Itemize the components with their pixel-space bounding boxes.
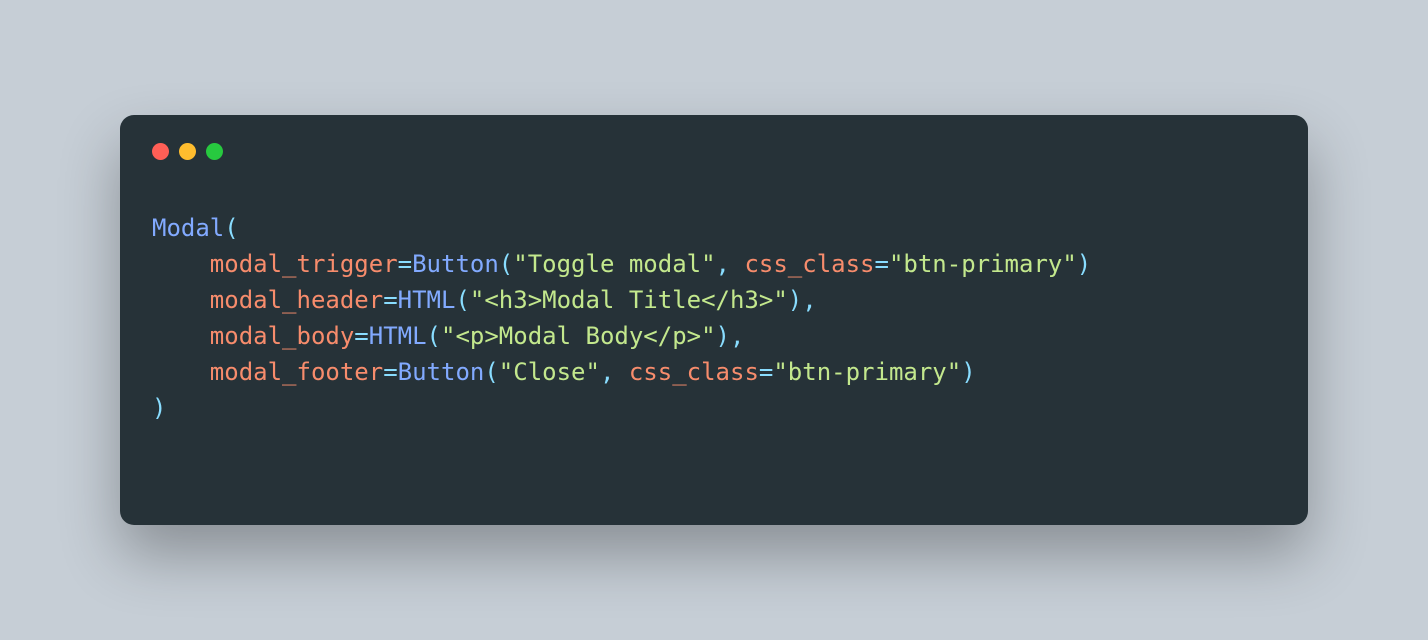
code-line-2: modal_trigger=Button("Toggle modal", css… <box>152 250 1091 278</box>
code-block: Modal( modal_trigger=Button("Toggle moda… <box>152 210 1276 426</box>
token-string: "<h3>Modal Title</h3>" <box>470 286 788 314</box>
token-string: "<p>Modal Body</p>" <box>441 322 716 350</box>
token-indent <box>152 358 210 386</box>
token-paren: ( <box>499 250 513 278</box>
token-kwarg: css_class <box>744 250 874 278</box>
token-param: modal_trigger <box>210 250 398 278</box>
minimize-icon[interactable] <box>179 143 196 160</box>
token-eq: = <box>759 358 773 386</box>
token-call: HTML <box>369 322 427 350</box>
token-param: modal_footer <box>210 358 383 386</box>
token-paren: ( <box>455 286 469 314</box>
token-indent <box>152 250 210 278</box>
token-param: modal_header <box>210 286 383 314</box>
code-line-1: Modal( <box>152 214 239 242</box>
token-call: Button <box>398 358 485 386</box>
token-func: Modal <box>152 214 224 242</box>
token-paren: ( <box>484 358 498 386</box>
token-eq: = <box>398 250 412 278</box>
token-string: "Toggle modal" <box>513 250 715 278</box>
close-icon[interactable] <box>152 143 169 160</box>
token-comma: , <box>600 358 629 386</box>
token-indent <box>152 322 210 350</box>
token-param: modal_body <box>210 322 355 350</box>
code-line-6: ) <box>152 394 166 422</box>
token-paren: ), <box>788 286 817 314</box>
token-string: "Close" <box>499 358 600 386</box>
token-call: Button <box>412 250 499 278</box>
token-eq: = <box>354 322 368 350</box>
zoom-icon[interactable] <box>206 143 223 160</box>
token-kwarg: css_class <box>629 358 759 386</box>
token-paren: ( <box>224 214 238 242</box>
token-call: HTML <box>398 286 456 314</box>
token-string: "btn-primary" <box>773 358 961 386</box>
token-comma: , <box>716 250 745 278</box>
code-line-5: modal_footer=Button("Close", css_class="… <box>152 358 976 386</box>
token-eq: = <box>875 250 889 278</box>
code-line-3: modal_header=HTML("<h3>Modal Title</h3>"… <box>152 286 817 314</box>
code-window: Modal( modal_trigger=Button("Toggle moda… <box>120 115 1308 525</box>
token-eq: = <box>383 358 397 386</box>
token-string: "btn-primary" <box>889 250 1077 278</box>
window-controls <box>152 143 1276 160</box>
token-eq: = <box>383 286 397 314</box>
code-line-4: modal_body=HTML("<p>Modal Body</p>"), <box>152 322 744 350</box>
token-paren: ( <box>427 322 441 350</box>
token-indent <box>152 286 210 314</box>
token-paren: ) <box>1077 250 1091 278</box>
token-paren: ), <box>716 322 745 350</box>
token-paren: ) <box>961 358 975 386</box>
token-paren: ) <box>152 394 166 422</box>
